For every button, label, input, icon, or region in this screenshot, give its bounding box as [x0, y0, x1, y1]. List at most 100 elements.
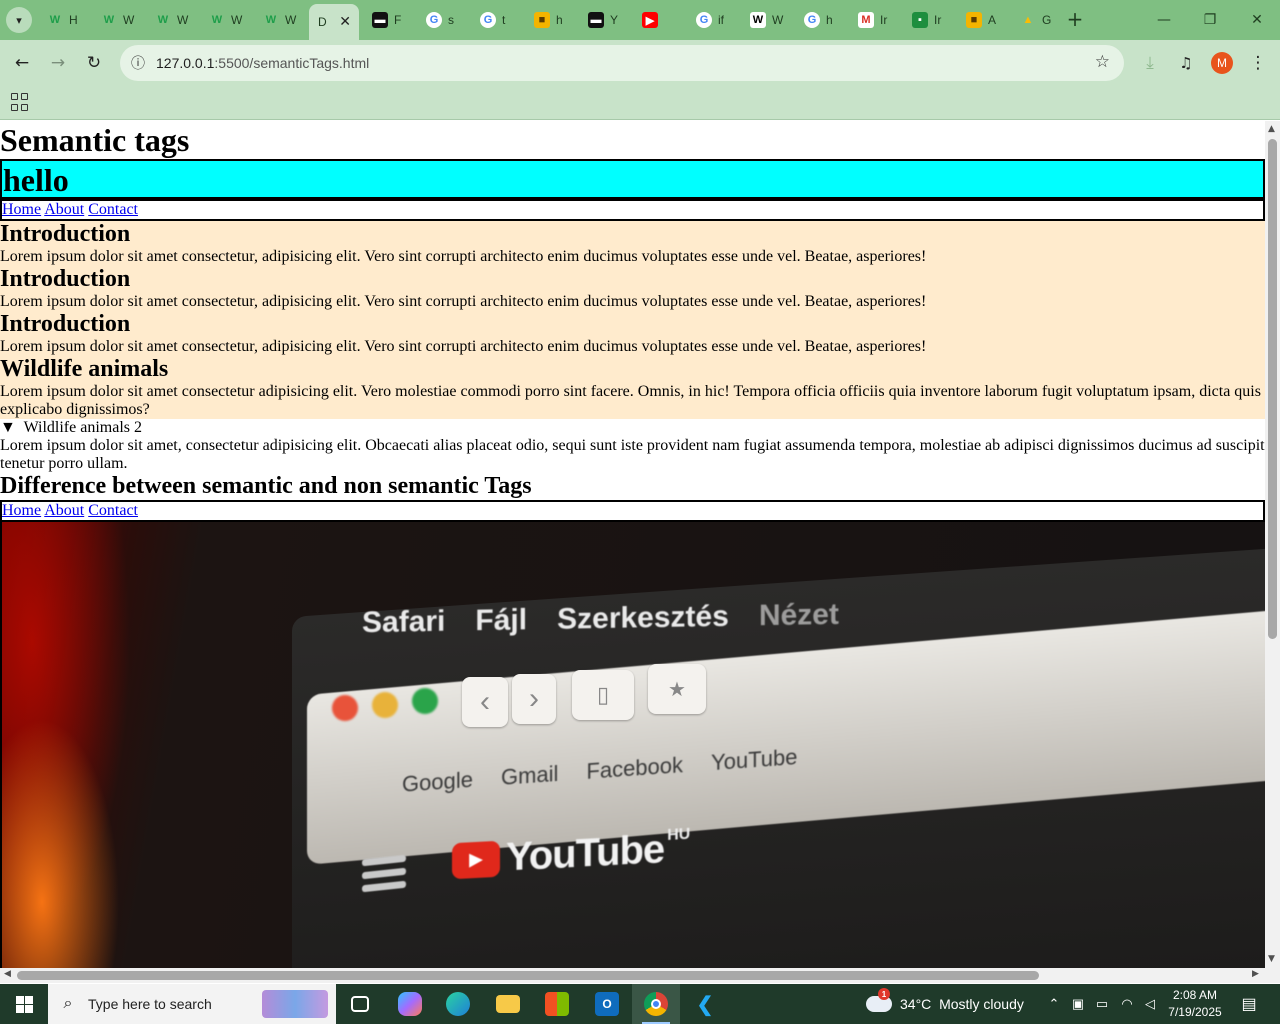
vscode-button[interactable]: ❮ — [681, 984, 729, 1024]
file-explorer-button[interactable] — [484, 984, 532, 1024]
browser-tab[interactable]: Gif — [687, 6, 739, 34]
difference-heading: Difference between semantic and non sema… — [0, 473, 532, 499]
browser-tab[interactable]: WW — [146, 6, 198, 34]
site-info-icon[interactable]: ⓘ — [120, 53, 156, 73]
notification-center-icon[interactable]: ▤ — [1234, 984, 1264, 1024]
section-heading: Introduction — [0, 266, 131, 292]
google-icon: G — [696, 12, 712, 28]
dark-app-icon: ▬ — [588, 12, 604, 28]
copilot-button[interactable] — [386, 984, 434, 1024]
browser-tab[interactable]: ▬ F — [363, 6, 415, 34]
restore-button[interactable]: ❐ — [1187, 0, 1233, 40]
browser-tab[interactable]: ■ A — [957, 6, 1009, 34]
profile-avatar[interactable]: M — [1211, 52, 1233, 74]
nav-link-home[interactable]: Home — [2, 502, 41, 519]
apps-grid-icon[interactable] — [11, 93, 29, 111]
nav-link-about[interactable]: About — [44, 201, 84, 218]
outlook-button[interactable]: O — [583, 984, 631, 1024]
tab-label: W — [123, 13, 135, 27]
bookmark-star-icon[interactable]: ☆ — [1095, 52, 1110, 72]
tab-label: F — [394, 13, 402, 27]
scroll-right-icon[interactable]: ▶ — [1252, 969, 1259, 979]
page-viewport: Semantic tags hello Home About Contact I… — [0, 121, 1265, 968]
nav-link-home[interactable]: Home — [2, 201, 41, 218]
tray-overflow-icon[interactable]: ⌃ — [1042, 984, 1066, 1024]
chrome-button[interactable] — [632, 984, 680, 1024]
browser-tab[interactable]: WW — [741, 6, 793, 34]
section-wildlife: Wildlife animals Lorem ipsum dolor sit a… — [0, 356, 1265, 419]
media-control-icon[interactable]: ♫ — [1172, 49, 1200, 77]
section-text: Lorem ipsum dolor sit amet consectetur a… — [0, 383, 1261, 418]
outlook-icon: O — [595, 992, 619, 1016]
browser-tab[interactable]: ■ h — [525, 6, 577, 34]
new-tab-button[interactable]: + — [1063, 8, 1087, 32]
browser-tab[interactable]: Gt — [471, 6, 523, 34]
wifi-icon[interactable]: ◠ — [1115, 984, 1139, 1024]
browser-tab[interactable]: WW — [92, 6, 144, 34]
hero-menu-item: Fájl — [475, 603, 528, 638]
nav-link-contact[interactable]: Contact — [88, 201, 138, 218]
horizontal-scroll-thumb[interactable] — [17, 971, 1039, 980]
tab-label: if — [718, 13, 724, 27]
hero-back-icon: ‹ — [462, 677, 508, 727]
details-summary-label: Wildlife animals 2 — [23, 419, 142, 436]
close-tab-icon[interactable]: ✕ — [339, 13, 351, 30]
hero-favorites-icon: ★ — [648, 664, 706, 714]
youtube-logo-word: YouTube — [506, 827, 665, 880]
hero-forward-icon: › — [512, 674, 556, 724]
browser-tab[interactable]: M Ir — [849, 6, 901, 34]
browser-tab[interactable]: ▬ Y — [579, 6, 631, 34]
horizontal-scrollbar[interactable]: ◀ ▶ — [0, 968, 1265, 983]
nav-link-about[interactable]: About — [44, 502, 84, 519]
browser-tab[interactable]: ▶ — [633, 6, 685, 34]
edge-button[interactable] — [434, 984, 482, 1024]
scrollbar-corner — [1265, 968, 1280, 983]
scroll-down-icon[interactable]: ▼ — [1268, 954, 1275, 964]
task-view-button[interactable] — [336, 984, 384, 1024]
meet-now-icon[interactable]: ▣ — [1066, 984, 1090, 1024]
forward-button[interactable]: → — [44, 49, 72, 77]
tab-active[interactable]: D ✕ — [309, 4, 359, 40]
vertical-scrollbar[interactable]: ▲ ▼ — [1265, 121, 1280, 968]
hero-fav-item: Gmail — [500, 760, 559, 790]
hero-menu-item: Nézet — [758, 597, 839, 633]
browser-tab[interactable]: Gh — [795, 6, 847, 34]
start-button[interactable] — [0, 984, 48, 1024]
w3schools-icon: W — [211, 14, 223, 26]
menu-icon[interactable]: ⋮ — [1244, 49, 1272, 77]
nav-link-contact[interactable]: Contact — [88, 502, 138, 519]
close-window-button[interactable]: ✕ — [1234, 0, 1280, 40]
tab-label: Y — [610, 13, 619, 27]
browser-tab[interactable]: WW — [200, 6, 252, 34]
hero-menu-item: Szerkesztés — [557, 599, 729, 636]
hamburger-icon — [362, 854, 406, 900]
dark-app-icon: ▬ — [372, 12, 388, 28]
browser-tab[interactable]: WW — [254, 6, 306, 34]
tab-search-button[interactable]: ▾ — [6, 7, 32, 33]
minimize-button[interactable]: — — [1141, 0, 1187, 40]
hero-fav-item: Facebook — [586, 752, 684, 784]
scroll-left-icon[interactable]: ◀ — [4, 969, 11, 979]
yellow-app-icon: ■ — [966, 12, 982, 28]
scroll-up-icon[interactable]: ▲ — [1268, 124, 1275, 134]
taskbar-search[interactable]: ⌕ Type here to search — [48, 984, 336, 1024]
browser-tab[interactable]: ▲ G — [1011, 6, 1063, 34]
vertical-scroll-thumb[interactable] — [1268, 139, 1277, 639]
volume-icon[interactable]: ◁ — [1138, 984, 1162, 1024]
browser-tab[interactable]: Gs — [417, 6, 469, 34]
browser-tab[interactable]: ▪ Ir — [903, 6, 955, 34]
tab-label: t — [502, 13, 506, 27]
download-icon[interactable]: ⤓ — [1136, 49, 1164, 77]
back-button[interactable]: ← — [8, 49, 36, 77]
tab-label: Ir — [934, 13, 942, 27]
details-summary[interactable]: ▼ Wildlife animals 2 — [0, 419, 1265, 437]
battery-icon[interactable]: ▭ — [1090, 984, 1114, 1024]
store-button[interactable] — [533, 984, 581, 1024]
reload-button[interactable]: ↻ — [80, 49, 108, 77]
weather-widget[interactable]: 1 34°C Mostly cloudy — [866, 984, 1024, 1024]
section-introduction-2: Introduction Lorem ipsum dolor sit amet … — [0, 266, 1265, 311]
system-clock[interactable]: 2:08 AM 7/19/2025 — [1160, 987, 1230, 1021]
browser-tab[interactable]: WH — [38, 6, 90, 34]
address-bar[interactable]: ⓘ 127.0.0.1:5500/semanticTags.html ☆ — [120, 45, 1124, 81]
section-text: Lorem ipsum dolor sit amet consectetur, … — [0, 248, 927, 265]
